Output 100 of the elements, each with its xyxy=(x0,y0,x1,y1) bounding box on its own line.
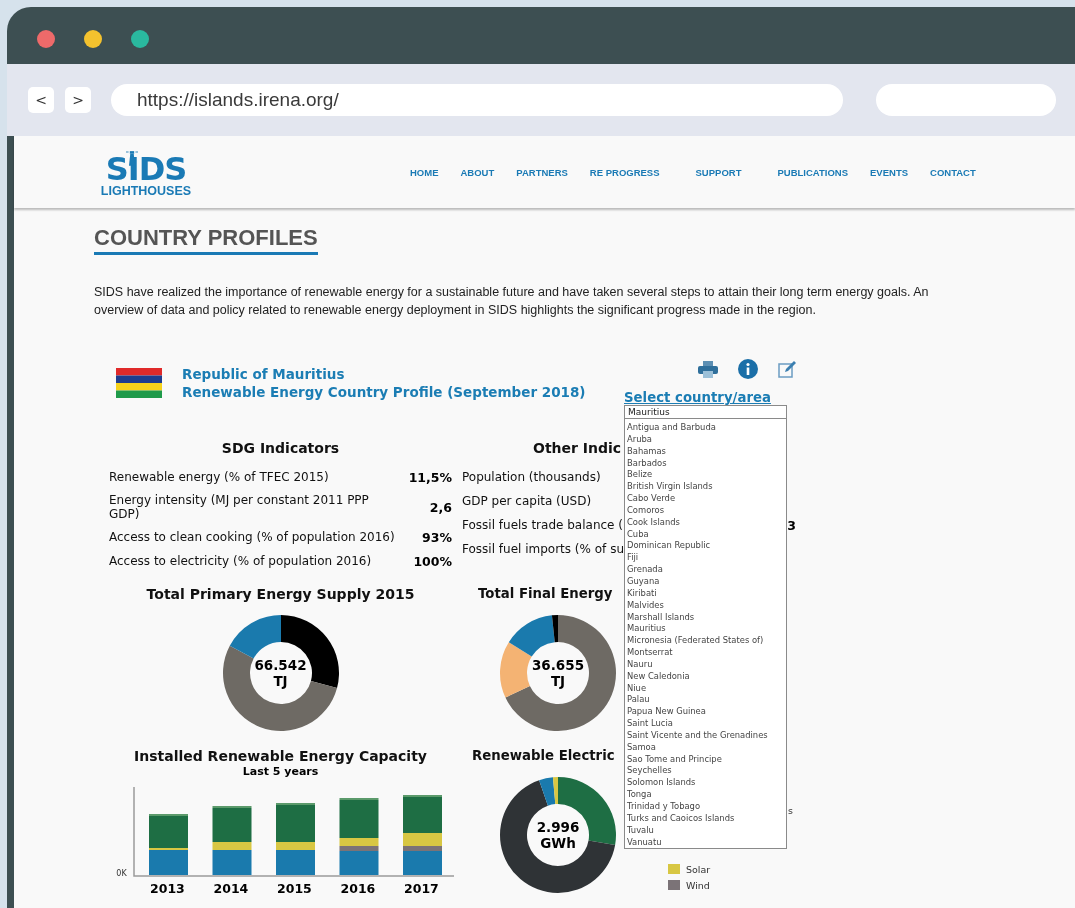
select-field[interactable]: Mauritius xyxy=(625,406,786,419)
stacked-bar xyxy=(148,814,188,875)
dropdown-option[interactable]: Niue xyxy=(625,682,786,695)
dropdown-option[interactable]: Trinidad y Tobago xyxy=(625,801,786,813)
indicator-label: Fossil fuel imports (% of su xyxy=(462,542,624,556)
dropdown-option[interactable]: Saint Lucia xyxy=(625,718,786,730)
indicator-value: 3 xyxy=(787,517,796,533)
chart-title: Renewable Electric xyxy=(471,747,615,765)
legend-label: s xyxy=(788,804,793,816)
nav-link[interactable]: SUPPORT xyxy=(695,166,742,178)
indicator-label: Access to electricity (% of population 2016) xyxy=(109,554,373,568)
country-name: Republic of Mauritius xyxy=(182,365,346,383)
year-label: 2015 xyxy=(276,881,313,897)
dropdown-option[interactable]: Cabo Verde xyxy=(625,493,786,505)
pencil-square-icon[interactable] xyxy=(778,360,796,378)
profile-subtitle: Renewable Energy Country Profile (September 2018) xyxy=(182,383,586,401)
indicator-value: 11,5% xyxy=(407,469,452,485)
year-label: 2013 xyxy=(149,881,186,897)
dropdown-option[interactable]: Dominican Republic xyxy=(625,540,786,553)
back-button[interactable]: < xyxy=(28,87,54,113)
indicator-label: Energy intensity (MJ per constant 2011 PPP GDP) xyxy=(109,493,370,521)
legend-label: Wind xyxy=(686,879,710,891)
nav-link[interactable]: EVENTS xyxy=(870,166,909,178)
legend-label: Solar xyxy=(686,863,711,875)
indicator-label: Access to clean cooking (% of population 2016) xyxy=(109,530,396,544)
printer-icon[interactable] xyxy=(698,360,718,378)
info-icon[interactable] xyxy=(738,359,758,379)
dropdown-option[interactable]: Sao Tome and Principe xyxy=(625,753,786,766)
nav-link[interactable]: PARTNERS xyxy=(516,166,568,178)
dropdown-option[interactable]: Guyana xyxy=(625,575,786,588)
dropdown-option[interactable]: Montserrat xyxy=(625,647,786,659)
dropdown-option[interactable]: Bahamas xyxy=(625,445,786,458)
dropdown-option[interactable]: Comoros xyxy=(625,504,786,517)
country-dropdown[interactable] xyxy=(624,405,787,850)
dropdown-option[interactable]: Belize xyxy=(625,469,786,482)
dropdown-option[interactable]: Fiji xyxy=(625,552,786,565)
total-unit: TJ xyxy=(550,673,566,689)
total-value: 36.655 xyxy=(531,657,585,673)
dropdown-option[interactable]: Samoa xyxy=(625,741,786,754)
address-field[interactable]: https://islands.irena.org/ xyxy=(111,84,843,116)
logo-subtitle[interactable]: LIGHTHOUSES xyxy=(100,184,192,198)
total-unit: GWh xyxy=(540,835,576,851)
dropdown-option[interactable]: Antigua and Barbuda xyxy=(625,422,786,434)
indicator-value: 2,6 xyxy=(428,499,452,515)
indicator-label: GDP per capita (USD) xyxy=(462,494,592,508)
nav-link[interactable]: HOME xyxy=(410,166,439,178)
indicator-label: Fossil fuels trade balance ( xyxy=(462,518,623,532)
nav-link[interactable]: PUBLICATIONS xyxy=(777,166,848,178)
search-field[interactable] xyxy=(876,84,1056,116)
dropdown-option[interactable]: Seychelles xyxy=(625,765,786,778)
total-value: 66.542 xyxy=(254,657,307,673)
intro-paragraph: SIDS have realized the importance of renewable energy for a sustainable future and have taken several steps to attain their long term energy goals. An overview of data and policy related to renewable energy deployment in SIDS highlights the significant progress made in the region. xyxy=(94,284,930,319)
dropdown-option[interactable]: Marshall Islands xyxy=(625,611,786,624)
indicator-label: Renewable energy (% of TFEC 2015) xyxy=(109,470,330,484)
nav-link[interactable]: RE PROGRESS xyxy=(589,166,660,178)
total-value: 2.996 xyxy=(536,819,580,835)
dropdown-option[interactable]: Malvides xyxy=(625,599,786,612)
dropdown-option[interactable]: Grenada xyxy=(625,564,786,576)
nav-link[interactable]: CONTACT xyxy=(930,166,976,178)
flag-icon xyxy=(116,368,162,398)
chart-title: Total Primary Energy Supply 2015 xyxy=(146,585,415,603)
year-label: 2016 xyxy=(339,881,377,897)
select-label[interactable]: Select country/area xyxy=(624,390,787,406)
chart-subtitle: Last 5 years xyxy=(242,765,319,779)
logo-title[interactable]: SIDS xyxy=(105,154,187,184)
indicator-value: 100% xyxy=(412,553,452,569)
page-title: COUNTRY PROFILES xyxy=(94,225,318,255)
dropdown-option[interactable]: Micronesia (Federated States of) xyxy=(625,635,786,648)
dropdown-option[interactable]: Tonga xyxy=(625,789,786,801)
dropdown-option[interactable]: Kiribati xyxy=(625,587,786,600)
dropdown-option[interactable]: Mauritius xyxy=(625,623,786,636)
year-label: 2017 xyxy=(403,881,440,897)
dropdown-option[interactable]: Turks and Caoicos Islands xyxy=(625,812,786,825)
window-dot[interactable] xyxy=(131,29,149,48)
chart-title: Installed Renewable Energy Capacity xyxy=(134,747,427,765)
dropdown-option[interactable]: Vanuatu xyxy=(625,836,786,849)
dropdown-option[interactable]: New Caledonia xyxy=(625,670,786,683)
dropdown-option[interactable]: Nauru xyxy=(625,658,786,671)
dropdown-option[interactable]: British Virgin Islands xyxy=(625,481,786,494)
dropdown-option[interactable]: Barbados xyxy=(625,457,786,470)
section-heading: SDG Indicators xyxy=(220,439,341,458)
section-heading: Other Indic xyxy=(533,439,622,458)
dropdown-option[interactable]: Papua New Guinea xyxy=(625,706,786,719)
dropdown-option[interactable]: Saint Vicente and the Grenadines xyxy=(625,729,786,742)
nav-link[interactable]: ABOUT xyxy=(460,166,495,178)
year-label: 2014 xyxy=(212,881,250,897)
window-dot[interactable] xyxy=(84,29,102,48)
dropdown-option[interactable]: Cuba xyxy=(625,528,786,541)
dropdown-option[interactable]: Aruba xyxy=(625,433,786,446)
dropdown-option[interactable]: Tuvalu xyxy=(625,824,786,837)
chart-title: Total Final Energy xyxy=(477,585,613,603)
dropdown-option[interactable]: Cook Islands xyxy=(625,516,786,529)
stacked-bar xyxy=(212,806,252,875)
axis-label: 0K xyxy=(116,869,127,878)
dropdown-option[interactable]: Solomon Islands xyxy=(625,777,786,790)
total-unit: TJ xyxy=(273,673,288,689)
forward-button[interactable]: > xyxy=(65,87,91,113)
window-dot[interactable] xyxy=(37,29,55,48)
dropdown-option[interactable]: Palau xyxy=(625,694,786,707)
stacked-bar xyxy=(275,803,315,875)
